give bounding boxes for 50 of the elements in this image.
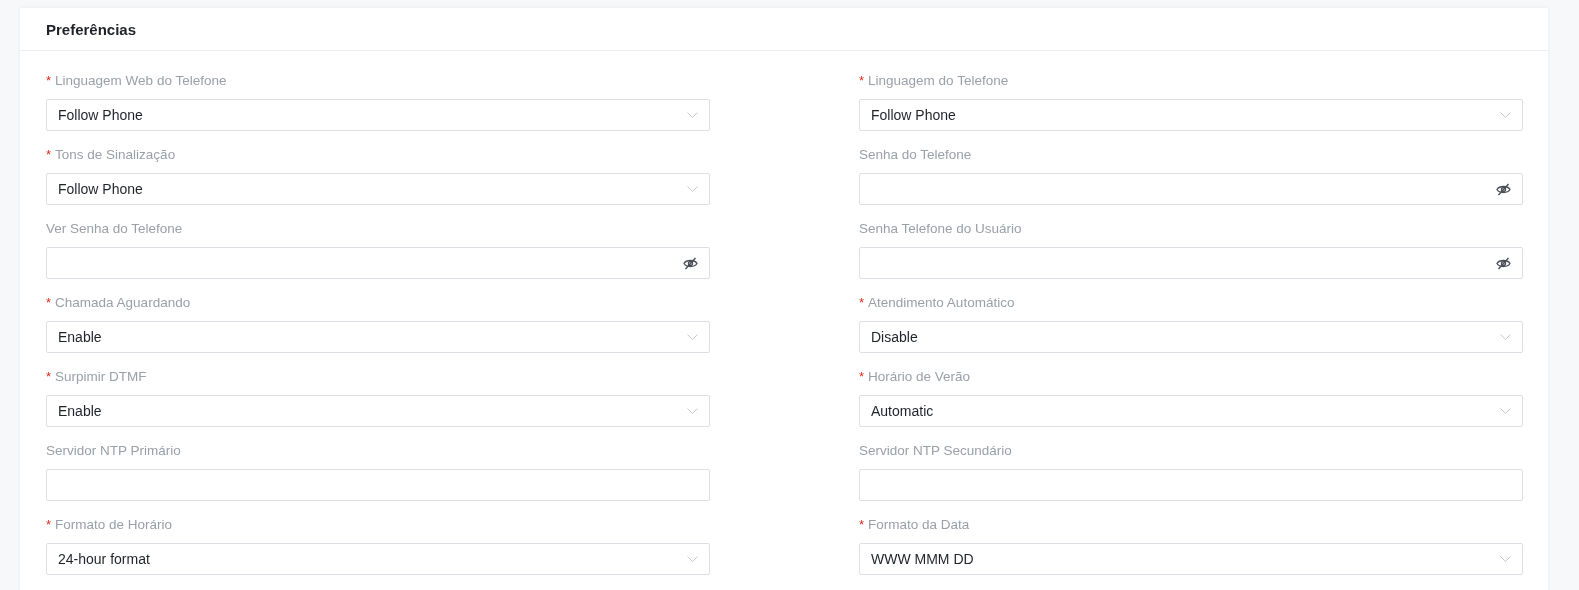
required-mark: * [859,517,865,532]
select-field[interactable]: Follow Phone [46,99,710,131]
field-label: Senha Telefone do Usuário [859,221,1022,236]
chevron-down-icon [1500,333,1511,341]
required-mark: * [46,517,52,532]
chevron-down-icon [1500,555,1511,563]
required-mark: * [859,73,865,88]
select-field[interactable]: Automatic [859,395,1523,427]
chevron-down-icon [687,407,698,415]
select-field[interactable]: Enable [46,321,710,353]
chevron-down-icon [687,555,698,563]
required-mark: * [859,295,865,310]
eye-off-icon[interactable] [683,256,698,270]
select-field[interactable]: 24-hour format [46,543,710,575]
input-field[interactable] [46,469,710,501]
field-label: Linguagem Web do Telefone [55,73,227,88]
select-field[interactable]: Enable [46,395,710,427]
panel-title: Preferências [46,20,137,38]
required-mark: * [46,73,52,88]
field-label: Formato da Data [868,517,970,532]
chevron-down-icon [687,333,698,341]
select-field[interactable]: WWW MMM DD [859,543,1523,575]
password-field[interactable] [859,173,1523,205]
password-field[interactable] [46,247,710,279]
chevron-down-icon [687,185,698,193]
field-label: Formato de Horário [55,517,173,532]
eye-off-icon[interactable] [1496,256,1511,270]
input-field[interactable] [859,469,1523,501]
eye-off-icon[interactable] [1496,182,1511,196]
required-mark: * [859,369,865,384]
field-label: Surpimir DTMF [55,369,147,384]
chevron-down-icon [1500,407,1511,415]
chevron-down-icon [1500,111,1511,119]
field-label: Horário de Verão [868,369,971,384]
required-mark: * [46,147,52,162]
field-label: Tons de Sinalização [55,147,176,162]
select-field[interactable]: Follow Phone [859,99,1523,131]
field-label: Chamada Aguardando [55,295,191,310]
field-label: Servidor NTP Primário [46,443,181,458]
chevron-down-icon [687,111,698,119]
required-mark: * [46,369,52,384]
field-label: Senha do Telefone [859,147,972,162]
field-label: Servidor NTP Secundário [859,443,1012,458]
select-field[interactable]: Follow Phone [46,173,710,205]
field-label: Atendimento Automático [868,295,1015,310]
field-label: Linguagem do Telefone [868,73,1009,88]
required-mark: * [46,295,52,310]
field-label: Ver Senha do Telefone [46,221,183,236]
select-field[interactable]: Disable [859,321,1523,353]
password-field[interactable] [859,247,1523,279]
